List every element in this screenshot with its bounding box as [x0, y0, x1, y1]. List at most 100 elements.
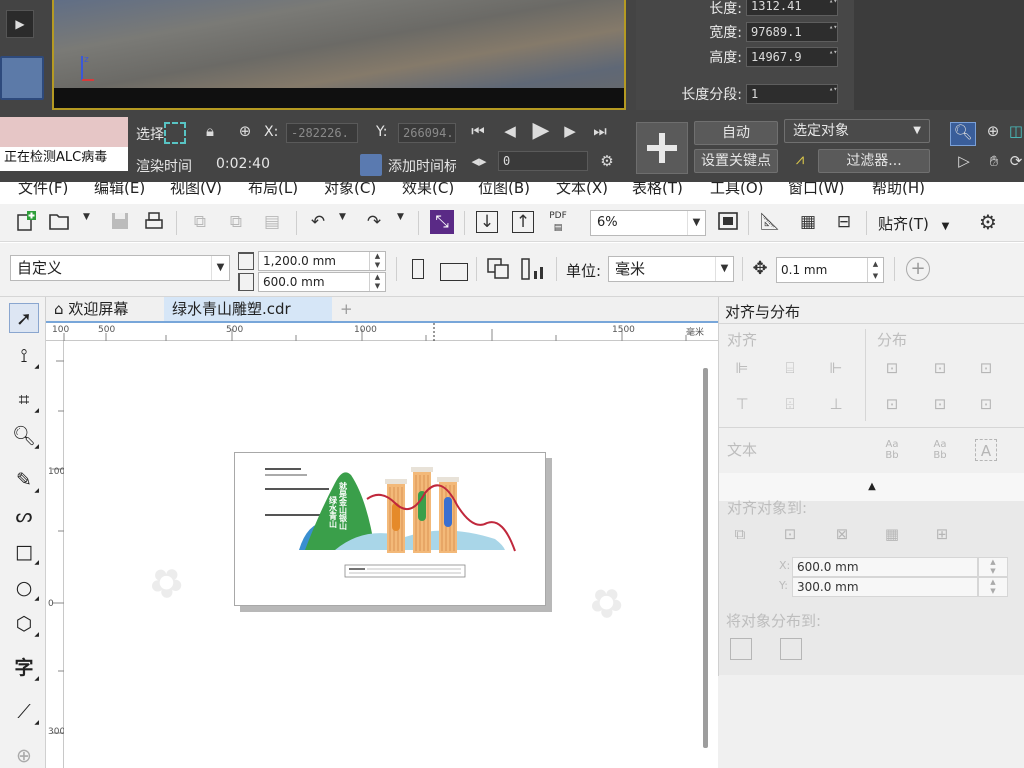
open-dropdown-icon[interactable]: ▼ [83, 212, 90, 222]
play-animation-icon[interactable]: ▶ [528, 118, 554, 143]
landscape-icon[interactable] [440, 263, 468, 281]
artistic-media-tool-icon[interactable]: ᔕ [9, 501, 39, 531]
page-height-field[interactable]: 600.0 mm ▲ ▼ [258, 272, 386, 292]
align-center-horizontal-icon[interactable]: ⌸ [779, 357, 801, 379]
menu-edit[interactable]: 编辑(E) [94, 182, 145, 200]
align-right-icon[interactable]: ⊩ [825, 357, 847, 379]
menu-bitmaps[interactable]: 位图(B) [478, 182, 530, 200]
time-config-icon[interactable]: ⚙ [596, 152, 618, 170]
selection-lock-icon[interactable] [164, 122, 186, 144]
units-combo[interactable]: 毫米 ▼ [608, 256, 734, 282]
text-tool-icon[interactable]: 字 ◢ [9, 653, 39, 683]
distribute-bottom-icon[interactable]: ⊡ [975, 393, 997, 415]
previous-frame-icon[interactable]: ◀ [498, 122, 522, 140]
zoom-icon[interactable]: 🔍︎ [950, 122, 976, 146]
align-left-icon[interactable]: ⊫ [731, 357, 753, 379]
open-folder-icon[interactable] [48, 210, 72, 234]
snap-to-dropdown[interactable]: 贴齐(T) ▼ [878, 213, 949, 234]
publish-pdf-icon[interactable]: PDF ▤ [546, 210, 570, 234]
menu-table[interactable]: 表格(T) [632, 182, 683, 200]
pick-tool-icon[interactable]: ➚ [9, 303, 39, 333]
zoom-tool-icon[interactable]: 🔍︎ ◢ [9, 421, 39, 451]
distribute-middle-icon[interactable]: ⊡ [929, 393, 951, 415]
orbit-icon[interactable]: ⟳ [1008, 152, 1024, 170]
redo-dropdown-icon[interactable]: ▼ [397, 212, 404, 222]
horizontal-ruler[interactable]: 100 500 500 1000 1500 毫米 [46, 323, 718, 341]
rectangle-tool-icon[interactable]: □ ◢ [9, 537, 39, 567]
tab-document[interactable]: 绿水青山雕塑.cdr [164, 297, 332, 321]
align-top-icon[interactable]: ⊤ [731, 393, 753, 415]
grid-icon[interactable]: ▦ [881, 523, 903, 545]
next-frame-icon[interactable]: ▶ [558, 122, 582, 140]
redo-icon[interactable]: ↷ [362, 210, 386, 234]
align-x-field[interactable]: 600.0 mm [792, 557, 978, 577]
filters-button[interactable]: 过滤器... [818, 149, 930, 173]
nudge-distance-field[interactable]: 0.1 mm ▲ ▼ [776, 257, 884, 283]
page-center-icon[interactable]: ⊠ [831, 523, 853, 545]
viewport-layout-button[interactable] [0, 56, 44, 100]
menu-window[interactable]: 窗口(W) [788, 182, 845, 200]
y-coordinate-field[interactable]: 266094. [398, 123, 456, 143]
show-guidelines-icon[interactable]: ⊟ [832, 210, 856, 234]
page-edge-icon[interactable]: ⊡ [779, 523, 801, 545]
height-field[interactable]: 14967.9 [746, 47, 838, 67]
current-page-icon[interactable] [520, 257, 548, 281]
add-page-icon[interactable]: + [906, 257, 930, 281]
zoom-all-icon[interactable]: ⊕ [982, 122, 1004, 140]
sculpture-artwork[interactable] [235, 453, 547, 607]
parallel-dimension-tool-icon[interactable]: ⟋ ◢ [9, 697, 39, 727]
distribute-page-icon[interactable] [780, 638, 802, 660]
spinner-arrows-icon[interactable]: ▲ ▼ [978, 557, 1008, 577]
current-frame-field[interactable]: 0 [498, 151, 588, 171]
viewport[interactable]: z [52, 0, 626, 110]
show-rulers-icon[interactable]: 📐︎ [758, 210, 782, 234]
save-icon[interactable] [108, 210, 132, 234]
zoom-extents-icon[interactable]: ◫ [1008, 122, 1024, 140]
freehand-tool-icon[interactable]: ✎ ◢ [9, 465, 39, 495]
menu-layout[interactable]: 布局(L) [248, 182, 298, 200]
key-mode-icon[interactable]: ◂▸ [468, 152, 490, 170]
x-coordinate-field[interactable]: -282226. [286, 123, 358, 143]
tab-welcome-screen[interactable]: ⌂ 欢迎屏幕 [46, 297, 136, 321]
add-tool-icon[interactable]: ⊕ [9, 741, 39, 768]
menu-view[interactable]: 视图(V) [170, 182, 222, 200]
export-icon[interactable]: ↑ [512, 211, 534, 233]
distribute-right-icon[interactable]: ⊡ [975, 357, 997, 379]
text-bounding-box-icon[interactable]: A [975, 439, 997, 461]
full-screen-preview-icon[interactable] [716, 210, 740, 234]
align-y-field[interactable]: 300.0 mm [792, 577, 978, 597]
print-icon[interactable] [142, 210, 166, 234]
auto-key-button[interactable]: 自动 [694, 121, 778, 145]
set-key-icon[interactable] [636, 122, 688, 174]
options-gear-icon[interactable]: ⚙ [976, 210, 1000, 234]
distribute-left-icon[interactable]: ⊡ [881, 357, 903, 379]
ellipse-tool-icon[interactable]: ○ ◢ [9, 573, 39, 603]
align-center-vertical-icon[interactable]: ⌹ [779, 393, 801, 415]
all-pages-icon[interactable] [486, 257, 512, 281]
crop-tool-icon[interactable]: ⌗ ◢ [9, 385, 39, 415]
add-time-tag-label[interactable]: 添加时间标记 [388, 156, 456, 176]
spinner-arrows-icon[interactable]: ▲ ▼ [369, 273, 385, 291]
import-icon[interactable]: ↓ [476, 211, 498, 233]
specified-point-icon[interactable]: ⊞ [931, 523, 953, 545]
search-content-icon[interactable]: ⤡ [430, 210, 454, 234]
undo-dropdown-icon[interactable]: ▼ [339, 212, 346, 222]
shape-tool-icon[interactable]: ⟟ ◢ [9, 341, 39, 371]
distribute-selection-icon[interactable] [730, 638, 752, 660]
vertical-scrollbar[interactable] [703, 368, 708, 748]
pan-hand-icon[interactable]: ✋︎ [982, 152, 1006, 170]
width-field[interactable]: 97689.1 [746, 22, 838, 42]
page-width-field[interactable]: 1,200.0 mm ▲ ▼ [258, 251, 386, 271]
menu-object[interactable]: 对象(C) [324, 182, 376, 200]
new-document-icon[interactable] [14, 210, 38, 234]
lock-icon[interactable]: 🔒︎ [200, 122, 220, 140]
menu-file[interactable]: 文件(F) [18, 182, 68, 200]
go-to-end-icon[interactable]: ⏭ [588, 122, 612, 140]
text-baseline-last-icon[interactable]: Aa Bb [929, 439, 951, 461]
menu-effects[interactable]: 效果(C) [402, 182, 454, 200]
undo-icon[interactable]: ↶ [306, 210, 330, 234]
polygon-tool-icon[interactable]: ⬡ ◢ [9, 609, 39, 639]
distribute-top-icon[interactable]: ⊡ [881, 393, 903, 415]
paste-icon[interactable]: ▤ [260, 210, 284, 234]
show-grid-icon[interactable]: ▦ [796, 210, 820, 234]
